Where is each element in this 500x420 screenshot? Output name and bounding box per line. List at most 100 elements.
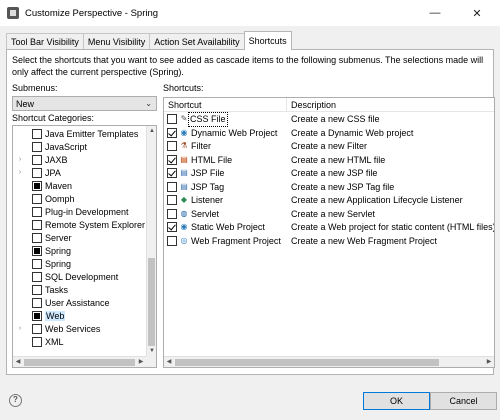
category-item[interactable]: XML [13,335,146,348]
category-label: JAXB [45,154,68,165]
category-item[interactable]: Tasks [13,283,146,296]
category-checkbox[interactable] [32,154,42,165]
shortcut-checkbox[interactable] [167,114,177,124]
category-item[interactable]: Server [13,231,146,244]
category-checkbox[interactable] [32,128,42,139]
submenus-dropdown[interactable]: New ⌄ [12,96,157,111]
filter-icon: ⚗ [180,141,188,150]
scroll-thumb[interactable] [24,359,135,366]
category-checkbox[interactable] [32,193,42,204]
categories-vertical-scrollbar[interactable]: ▲ ▼ [146,126,156,356]
tab-tool-bar-visibility[interactable]: Tool Bar Visibility [6,33,84,50]
column-header-description[interactable]: Description [291,100,336,110]
table-row[interactable]: ◎ Web Fragment Project Create a new Web Fr… [164,235,494,248]
category-checkbox[interactable] [32,245,42,256]
category-item[interactable]: Java Emitter Templates [13,127,146,140]
scroll-down-icon[interactable]: ▼ [147,346,156,356]
shortcut-description: Create a Dynamic Web project [291,127,414,138]
category-label: JPA [45,167,61,178]
category-checkbox[interactable] [32,284,42,295]
shortcut-description: Create a new Servlet [291,208,376,219]
table-row[interactable]: ◉ Dynamic Web Project Create a Dynamic Web… [164,127,494,140]
help-icon[interactable]: ? [9,394,22,407]
category-checkbox[interactable] [32,232,42,243]
shortcut-checkbox[interactable] [167,195,177,205]
close-button[interactable]: ✕ [458,0,496,26]
category-checkbox[interactable] [32,180,42,191]
shortcut-categories-tree[interactable]: ▲ ▼ ◀ ▶ Java Emitter Templates JavaScript… [12,125,157,368]
shortcut-name: JSP File [191,168,225,178]
category-checkbox[interactable] [32,141,42,152]
shortcut-name: CSS File [188,112,228,127]
scroll-thumb[interactable] [175,359,439,366]
category-checkbox[interactable] [32,206,42,217]
title-bar: Customize Perspective - Spring — ✕ [0,0,500,26]
table-row[interactable]: ⚗ Filter Create a new Filter [164,140,494,153]
shortcut-description: Create a new Web Fragment Project [291,235,437,246]
ok-button[interactable]: OK [363,392,430,410]
category-checkbox[interactable] [32,310,42,321]
chevron-right-icon[interactable]: › [15,325,25,332]
column-header-shortcut[interactable]: Shortcut [168,100,202,110]
shortcuts-horizontal-scrollbar[interactable]: ◀ ▶ [164,356,494,367]
table-row[interactable]: ▤ JSP Tag Create a new JSP Tag file [164,181,494,194]
shortcut-checkbox[interactable] [167,222,177,232]
table-row[interactable]: ▤ HTML File Create a new HTML file [164,154,494,167]
category-label: Plug-in Development [45,206,129,217]
table-row[interactable]: ◍ Servlet Create a new Servlet [164,208,494,221]
category-item[interactable]: Plug-in Development [13,205,146,218]
category-item[interactable]: JavaScript [13,140,146,153]
html-file-icon: ▤ [180,154,188,164]
tab-menu-visibility[interactable]: Menu Visibility [82,33,151,50]
category-checkbox[interactable] [32,323,42,334]
categories-horizontal-scrollbar[interactable]: ◀ ▶ [13,356,146,367]
category-item[interactable]: Maven [13,179,146,192]
category-item[interactable]: User Assistance [13,296,146,309]
category-checkbox[interactable] [32,167,42,178]
table-row[interactable]: ✎ CSS File Create a new CSS file [164,112,494,127]
table-row[interactable]: ◉ Static Web Project Create a Web project … [164,221,494,234]
category-checkbox[interactable] [32,297,42,308]
chevron-right-icon[interactable]: › [15,169,25,176]
table-row[interactable]: ▤ JSP File Create a new JSP file [164,167,494,180]
category-item[interactable]: Remote System Explorer [13,218,146,231]
shortcut-checkbox[interactable] [167,141,177,151]
shortcut-checkbox[interactable] [167,154,177,165]
category-checkbox[interactable] [32,271,42,282]
table-row[interactable]: ◆ Listener Create a new Application Lifecy… [164,194,494,207]
tab-shortcuts[interactable]: Shortcuts [243,31,292,50]
category-item[interactable]: Oomph [13,192,146,205]
scroll-right-icon[interactable]: ▶ [136,357,146,367]
category-checkbox[interactable] [32,336,42,347]
category-item[interactable]: › Web Services [13,322,146,335]
category-item[interactable]: › JAXB [13,153,146,166]
shortcut-description: Create a Web project for static content … [291,222,494,232]
shortcut-checkbox[interactable] [167,181,177,192]
minimize-button[interactable]: — [416,0,454,26]
category-item[interactable]: Spring [13,244,146,257]
submenus-selected-value: New [16,98,35,109]
chevron-right-icon[interactable]: › [15,156,25,163]
cancel-button[interactable]: Cancel [430,392,497,410]
column-divider[interactable] [286,98,287,112]
category-item[interactable]: SQL Development [13,270,146,283]
category-checkbox[interactable] [32,258,42,269]
shortcut-checkbox[interactable] [167,168,177,178]
shortcut-checkbox[interactable] [167,208,177,219]
category-checkbox[interactable] [32,219,42,230]
scroll-left-icon[interactable]: ◀ [164,357,174,367]
scroll-thumb[interactable] [148,258,155,346]
category-item[interactable]: Spring [13,257,146,270]
category-label: JavaScript [45,141,88,152]
scroll-left-icon[interactable]: ◀ [13,357,23,367]
scroll-up-icon[interactable]: ▲ [147,126,156,136]
submenus-label: Submenus: [12,83,58,93]
category-item[interactable]: Web [13,309,146,322]
shortcut-categories-label: Shortcut Categories: [12,113,95,123]
shortcut-checkbox[interactable] [167,127,177,138]
shortcut-checkbox[interactable] [167,235,177,246]
category-item[interactable]: › JPA [13,166,146,179]
scroll-right-icon[interactable]: ▶ [484,357,494,367]
shortcuts-table[interactable]: Shortcut Description ◀ ▶ ✎ CSS File Create… [163,97,495,368]
tab-action-set-availability[interactable]: Action Set Availability [149,33,245,50]
